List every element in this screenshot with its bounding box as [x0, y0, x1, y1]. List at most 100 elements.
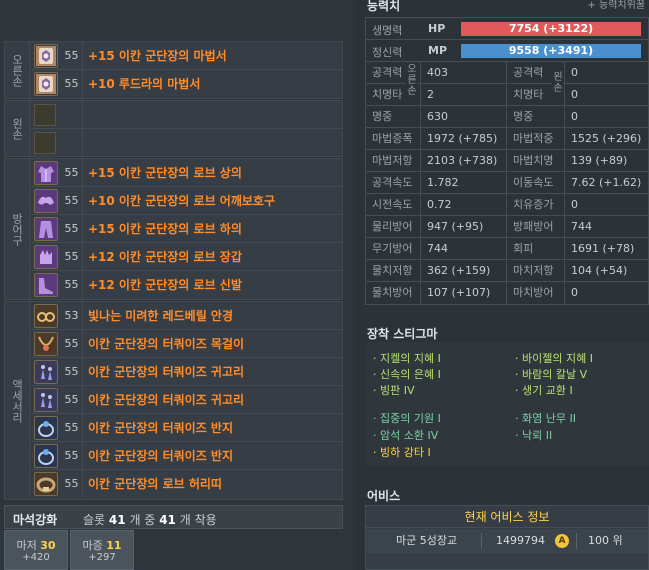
- equipment-row[interactable]: 55 +10 루드라의 마법서: [30, 70, 342, 98]
- stat-label: 이동속도: [507, 172, 565, 194]
- item-name: +12 이칸 군단장의 로브 장갑: [88, 250, 242, 264]
- stigma-item[interactable]: · 화염 난무 II: [515, 410, 576, 426]
- equipment-row[interactable]: 55 +15 이칸 군단장의 마법서: [30, 42, 342, 70]
- item-level: 55: [61, 215, 83, 243]
- abyss-rank: 마군 5성장교: [396, 534, 458, 547]
- equipment-row[interactable]: 55 +10 이칸 군단장의 로브 어깨보호구: [30, 187, 342, 215]
- left-hand-category: 왼손: [5, 101, 30, 156]
- accessory-section: 액세서리 53 빛나는 미려한 레드베릴 안경 55 이칸 군단장의 터쿼이즈 목걸이…: [4, 301, 343, 500]
- equipment-row[interactable]: 55 이칸 군단장의 터쿼이즈 반지: [30, 414, 342, 442]
- stat-value: 107 (+107): [421, 282, 507, 304]
- stat-value: 1691 (+78): [571, 242, 635, 255]
- stigma-item[interactable]: · 낙뢰 II: [515, 427, 552, 443]
- stat-label: 마법치명: [507, 150, 565, 172]
- armor-category: 방어구: [5, 159, 30, 299]
- equipment-row[interactable]: 55 이칸 군단장의 터쿼이즈 귀고리: [30, 358, 342, 386]
- equipment-row[interactable]: 55 +12 이칸 군단장의 로브 신발: [30, 271, 342, 299]
- stat-label: 마법저항: [366, 150, 421, 172]
- item-name: 이칸 군단장의 로브 허리띠: [88, 477, 222, 491]
- ring-icon: [34, 416, 58, 440]
- item-level: 53: [61, 302, 83, 330]
- item-level: 55: [61, 271, 83, 299]
- mp-bar: 9558 (+3491): [461, 44, 641, 58]
- item-level: 55: [61, 159, 83, 187]
- manastone-title: 마석강화: [13, 513, 58, 527]
- stat-value: 0.72: [421, 194, 507, 216]
- equipment-panel: 오른손 55 +15 이칸 군단장의 마법서 55 +10 루드라의 마법서 왼손 방…: [0, 0, 355, 570]
- stat-row: 물치방어 107 (+107) 마치방어 0: [366, 282, 648, 304]
- equipment-row[interactable]: 55 +15 이칸 군단장의 로브 상의: [30, 159, 342, 187]
- stigma-item[interactable]: · 생기 교환 I: [515, 382, 573, 398]
- right-hand-section: 오른손 55 +15 이칸 군단장의 마법서 55 +10 루드라의 마법서: [4, 41, 343, 99]
- empty-slot[interactable]: [30, 129, 342, 157]
- item-name: 이칸 군단장의 터쿼이즈 귀고리: [88, 365, 245, 379]
- item-level: 55: [61, 358, 83, 386]
- stat-value: 0: [571, 110, 578, 123]
- stat-value: 0: [571, 286, 578, 299]
- stat-label: 물리방어: [366, 216, 421, 238]
- stat-value: 0: [571, 88, 578, 101]
- equipment-row[interactable]: 55 +15 이칸 군단장의 로브 하의: [30, 215, 342, 243]
- earring-icon: [34, 360, 58, 384]
- item-name: +15 이칸 군단장의 로브 상의: [88, 166, 242, 180]
- earring-icon: [34, 388, 58, 412]
- stigma-item[interactable]: · 바람의 칼날 V: [515, 366, 587, 382]
- stigma-item[interactable]: · 암석 소환 IV: [373, 427, 438, 443]
- stat-value: 1.782: [421, 172, 507, 194]
- stat-row: 물리방어 947 (+95) 방패방어 744: [366, 216, 648, 238]
- item-name: +10 루드라의 마법서: [88, 77, 201, 91]
- shoes-icon: [34, 273, 58, 297]
- stat-value: 403: [421, 62, 507, 84]
- item-name: 이칸 군단장의 터쿼이즈 반지: [88, 421, 234, 435]
- glasses-icon: [34, 304, 58, 328]
- abyss-info-box: 현재 어비스 정보 마군 5성장교 1499794 A 100 위: [365, 505, 649, 570]
- stigma-item[interactable]: · 바이젤의 지혜 I: [515, 350, 593, 366]
- equipment-row[interactable]: 53 빛나는 미려한 레드베릴 안경: [30, 302, 342, 330]
- abyss-info-row: 마군 5성장교 1499794 A 100 위: [366, 529, 648, 553]
- stat-value: 744: [571, 220, 592, 233]
- item-name: 이칸 군단장의 터쿼이즈 반지: [88, 449, 234, 463]
- item-level: 55: [61, 243, 83, 271]
- equipment-row[interactable]: 55 이칸 군단장의 로브 허리띠: [30, 470, 342, 498]
- stat-label: 마법적중: [507, 128, 565, 150]
- stat-label: 공격속도: [366, 172, 421, 194]
- stat-label: 마치저항: [507, 260, 565, 282]
- stat-row: 명중 630 명중 0: [366, 106, 648, 128]
- stat-row: 무기방어 744 회피 1691 (+78): [366, 238, 648, 260]
- stigma-item[interactable]: · 빙하 강타 I: [373, 444, 431, 460]
- item-level: 55: [61, 442, 83, 470]
- accessory-category: 액세서리: [5, 302, 30, 499]
- stat-label: 물치방어: [366, 282, 421, 304]
- robe-top-icon: [34, 161, 58, 185]
- abyss-point-icon: A: [555, 534, 569, 548]
- stat-label: 마치방어: [507, 282, 565, 304]
- stat-value: 1525 (+296): [571, 132, 642, 145]
- abyss-points: 1499794: [496, 534, 545, 547]
- equipment-row[interactable]: 55 이칸 군단장의 터쿼이즈 반지: [30, 442, 342, 470]
- equipment-row[interactable]: 55 이칸 군단장의 터쿼이즈 목걸이: [30, 330, 342, 358]
- stat-row: 마법저항 2103 (+738) 마법치명 139 (+89): [366, 150, 648, 172]
- stigma-item[interactable]: · 집중의 기원 I: [373, 410, 441, 426]
- stat-label: 방패방어: [507, 216, 565, 238]
- stat-value: 7.62 (+1.62): [571, 176, 642, 189]
- robe-pants-icon: [34, 217, 58, 241]
- stat-label: 명중: [507, 106, 565, 128]
- stigma-item[interactable]: · 빙판 IV: [373, 382, 415, 398]
- stat-label: 회피: [507, 238, 565, 260]
- item-level: 55: [61, 70, 83, 98]
- stats-wiki-link[interactable]: + 능력치위꿀: [587, 0, 645, 11]
- item-name: 이칸 군단장의 터쿼이즈 귀고리: [88, 393, 245, 407]
- abyss-info-title: 현재 어비스 정보: [366, 506, 648, 528]
- empty-slot[interactable]: [30, 101, 342, 129]
- stigma-item[interactable]: · 신속의 은혜 I: [373, 366, 441, 382]
- item-name: +12 이칸 군단장의 로브 신발: [88, 278, 242, 292]
- item-level: 55: [61, 414, 83, 442]
- item-name: +10 이칸 군단장의 로브 어깨보호구: [88, 194, 275, 208]
- hp-bar: 7754 (+3122): [461, 22, 641, 36]
- item-name: +15 이칸 군단장의 마법서: [88, 49, 227, 63]
- stigma-item[interactable]: · 지켈의 지혜 I: [373, 350, 441, 366]
- equipment-row[interactable]: 55 +12 이칸 군단장의 로브 장갑: [30, 243, 342, 271]
- stat-value: 947 (+95): [421, 216, 507, 238]
- equipment-row[interactable]: 55 이칸 군단장의 터쿼이즈 귀고리: [30, 386, 342, 414]
- stat-table: 생명력 HP 7754 (+3122) 정신력 MP 9558 (+3491) …: [365, 17, 649, 305]
